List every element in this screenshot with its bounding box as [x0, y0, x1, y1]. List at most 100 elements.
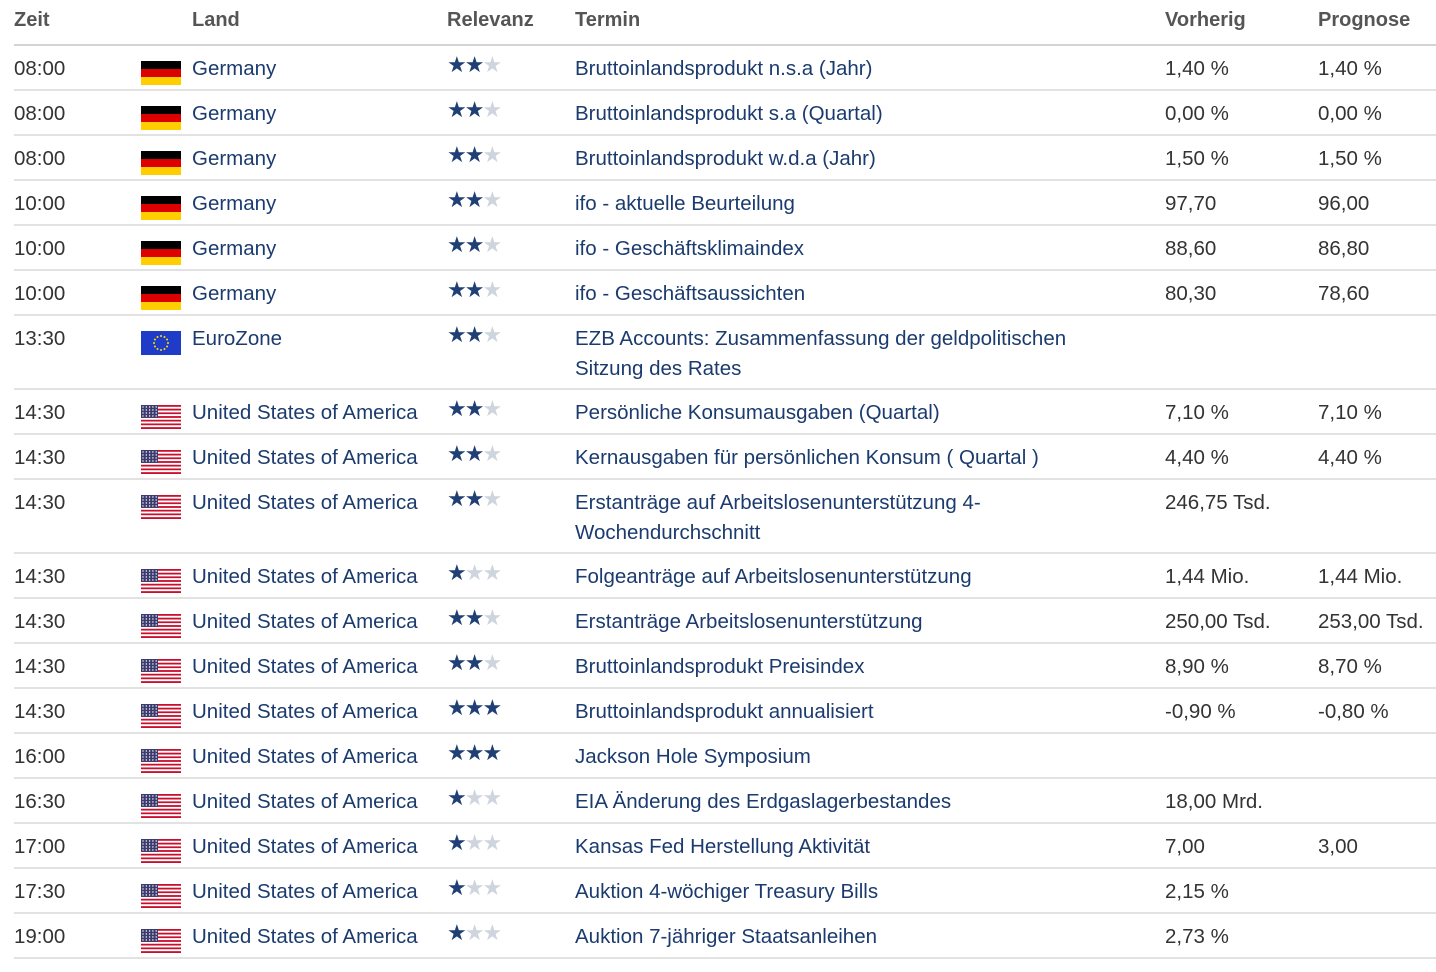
flag-us-icon: [141, 884, 181, 908]
event-link[interactable]: Persönliche Konsumausgaben (Quartal): [575, 398, 1135, 428]
relevance-rating: ★★★: [447, 186, 517, 216]
table-row: 14:30 United States of America ★★★ Erstantr…: [14, 599, 1436, 644]
star-icon: ★: [464, 920, 485, 945]
flag-de-icon: [141, 196, 181, 220]
event-time: 14:30: [14, 446, 66, 469]
event-link[interactable]: EIA Änderung des Erdgaslagerbestandes: [575, 787, 1135, 817]
event-link[interactable]: Bruttoinlandsprodukt s.a (Quartal): [575, 99, 1135, 129]
event-time: 10:00: [14, 237, 66, 260]
event-link[interactable]: Erstanträge auf Arbeitslosenunterstützun…: [575, 488, 1135, 548]
star-icon: ★: [447, 650, 467, 675]
table-row: 17:00 United States of America ★★★ Kansas F…: [14, 824, 1436, 869]
country-link[interactable]: United States of America: [192, 562, 452, 592]
relevance-rating: ★★★: [447, 829, 517, 859]
relevance-rating: ★★★: [447, 51, 517, 81]
flag-us-icon: [141, 929, 181, 953]
event-link[interactable]: Erstanträge Arbeitslosenunterstützung: [575, 607, 1135, 637]
country-link[interactable]: United States of America: [192, 488, 452, 518]
table-row: 08:00 Germany ★★★ Bruttoinlandsprodukt n.s.…: [14, 46, 1436, 91]
event-link[interactable]: Folgeanträge auf Arbeitslosenunterstützu…: [575, 562, 1135, 592]
country-link[interactable]: United States of America: [192, 697, 452, 727]
event-time: 16:00: [14, 745, 66, 768]
star-icon: ★: [482, 830, 502, 855]
event-link[interactable]: Kernausgaben für persönlichen Konsum ( Q…: [575, 443, 1135, 473]
table-row: 14:30 United States of America ★★★ Kernausg…: [14, 435, 1436, 480]
event-link[interactable]: ifo - Geschäftsaussichten: [575, 279, 1135, 309]
star-icon: ★: [464, 97, 485, 122]
header-termin[interactable]: Termin: [575, 9, 640, 32]
event-link[interactable]: Jackson Hole Symposium: [575, 742, 1135, 772]
event-time: 08:00: [14, 57, 66, 80]
header-vorherig[interactable]: Vorherig: [1165, 9, 1246, 32]
event-link[interactable]: ifo - Geschäftsklimaindex: [575, 234, 1135, 264]
table-row: 14:30 United States of America ★★★ Erstantr…: [14, 480, 1436, 554]
star-icon: ★: [464, 322, 485, 347]
relevance-rating: ★★★: [447, 276, 517, 306]
flag-us-icon: [141, 450, 181, 474]
country-link[interactable]: Germany: [192, 144, 452, 174]
flag-de-icon: [141, 241, 181, 265]
star-icon: ★: [464, 277, 485, 302]
country-link[interactable]: Germany: [192, 54, 452, 84]
event-link[interactable]: Kansas Fed Herstellung Aktivität: [575, 832, 1135, 862]
star-icon: ★: [464, 605, 485, 630]
event-time: 19:00: [14, 925, 66, 948]
event-link[interactable]: Bruttoinlandsprodukt annualisiert: [575, 697, 1135, 727]
header-zeit[interactable]: Zeit: [14, 9, 50, 32]
country-link[interactable]: United States of America: [192, 398, 452, 428]
event-time: 10:00: [14, 282, 66, 305]
star-icon: ★: [447, 52, 467, 77]
event-time: 14:30: [14, 565, 66, 588]
country-link[interactable]: United States of America: [192, 832, 452, 862]
relevance-rating: ★★★: [447, 649, 517, 679]
flag-us-icon: [141, 794, 181, 818]
table-row: 10:00 Germany ★★★ ifo - Geschäftsklimaindex…: [14, 226, 1436, 271]
forecast-value: 86,80: [1318, 237, 1370, 260]
economic-calendar: Zeit Land Relevanz Termin Vorherig Progn…: [14, 0, 1436, 959]
event-time: 14:30: [14, 401, 66, 424]
star-icon: ★: [447, 187, 467, 212]
event-link[interactable]: Bruttoinlandsprodukt n.s.a (Jahr): [575, 54, 1135, 84]
star-icon: ★: [482, 52, 502, 77]
table-row: 17:30 United States of America ★★★ Auktion …: [14, 869, 1436, 914]
country-link[interactable]: EuroZone: [192, 324, 452, 354]
country-link[interactable]: United States of America: [192, 877, 452, 907]
country-link[interactable]: Germany: [192, 279, 452, 309]
country-link[interactable]: United States of America: [192, 607, 452, 637]
relevance-rating: ★★★: [447, 96, 517, 126]
header-prognose[interactable]: Prognose: [1318, 9, 1410, 32]
event-link[interactable]: EZB Accounts: Zusammenfassung der geldpo…: [575, 324, 1135, 384]
event-link[interactable]: Auktion 4-wöchiger Treasury Bills: [575, 877, 1135, 907]
flag-us-icon: [141, 495, 181, 519]
header-relevanz[interactable]: Relevanz: [447, 9, 534, 32]
country-link[interactable]: United States of America: [192, 443, 452, 473]
event-link[interactable]: ifo - aktuelle Beurteilung: [575, 189, 1135, 219]
star-icon: ★: [464, 740, 485, 765]
country-link[interactable]: Germany: [192, 99, 452, 129]
country-link[interactable]: United States of America: [192, 742, 452, 772]
star-icon: ★: [447, 486, 467, 511]
previous-value: 8,90 %: [1165, 655, 1229, 678]
event-link[interactable]: Auktion 7-jähriger Staatsanleihen: [575, 922, 1135, 952]
star-icon: ★: [482, 560, 502, 585]
table-header: Zeit Land Relevanz Termin Vorherig Progn…: [14, 0, 1436, 46]
star-icon: ★: [482, 785, 502, 810]
event-link[interactable]: Bruttoinlandsprodukt w.d.a (Jahr): [575, 144, 1135, 174]
country-link[interactable]: Germany: [192, 189, 452, 219]
country-link[interactable]: United States of America: [192, 652, 452, 682]
table-row: 14:30 United States of America ★★★ Bruttoin…: [14, 689, 1436, 734]
star-icon: ★: [482, 277, 502, 302]
country-link[interactable]: United States of America: [192, 787, 452, 817]
table-row: 10:00 Germany ★★★ ifo - Geschäftsaussichten…: [14, 271, 1436, 316]
star-icon: ★: [482, 232, 502, 257]
forecast-value: 8,70 %: [1318, 655, 1382, 678]
country-link[interactable]: United States of America: [192, 922, 452, 952]
event-link[interactable]: Bruttoinlandsprodukt Preisindex: [575, 652, 1135, 682]
event-time: 16:30: [14, 790, 66, 813]
previous-value: 1,40 %: [1165, 57, 1229, 80]
relevance-rating: ★★★: [447, 739, 517, 769]
star-icon: ★: [482, 920, 502, 945]
previous-value: 2,73 %: [1165, 925, 1229, 948]
country-link[interactable]: Germany: [192, 234, 452, 264]
header-land[interactable]: Land: [192, 9, 240, 32]
